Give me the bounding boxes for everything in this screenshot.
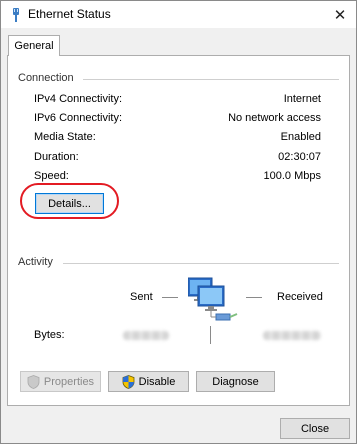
uac-shield-icon [27,374,40,389]
bytes-received-value-redacted [263,331,321,340]
ipv6-connectivity-label: IPv6 Connectivity: [34,112,123,124]
ipv4-connectivity-label: IPv4 Connectivity: [34,93,123,105]
ipv6-connectivity-value: No network access [228,112,321,124]
general-panel [7,55,350,406]
details-button-label: Details... [48,197,91,210]
received-label: Received [277,291,323,303]
disable-button-label: Disable [138,375,176,388]
disable-button[interactable]: Disable [108,371,189,392]
duration-value: 02:30:07 [278,151,321,163]
ipv4-connectivity-value: Internet [283,93,321,105]
tab-general-label: General [14,40,54,52]
uac-shield-icon [122,374,135,389]
speed-value: 100.0 Mbps [263,170,321,182]
received-dash [246,297,262,298]
details-button[interactable]: Details... [35,193,104,214]
properties-button-label: Properties [43,375,95,388]
network-computers-icon [188,277,238,321]
close-button-label: Close [300,422,330,435]
media-state-label: Media State: [34,131,96,143]
window-close-button[interactable]: ✕ [324,1,356,28]
activity-heading: Activity [18,256,53,268]
diagnose-button[interactable]: Diagnose [196,371,275,392]
connection-heading: Connection [18,72,74,84]
sent-label: Sent [130,291,153,303]
diagnose-button-label: Diagnose [212,375,259,388]
ethernet-cable-icon [13,8,19,22]
duration-label: Duration: [34,151,79,163]
connection-divider [83,79,339,80]
ethernet-status-window: Ethernet Status ✕ General Connection IPv… [0,0,357,444]
bytes-label: Bytes: [34,329,65,341]
close-button[interactable]: Close [280,418,350,439]
activity-divider [63,263,339,264]
window-title: Ethernet Status [28,7,111,21]
title-bar: Ethernet Status ✕ [1,1,356,28]
media-state-value: Enabled [280,131,321,143]
sent-dash [162,297,178,298]
properties-button[interactable]: Properties [20,371,101,392]
speed-label: Speed: [34,170,69,182]
tab-general[interactable]: General [8,35,60,56]
close-icon: ✕ [333,6,347,24]
bytes-divider [210,326,211,344]
bytes-sent-value-redacted [123,331,169,340]
